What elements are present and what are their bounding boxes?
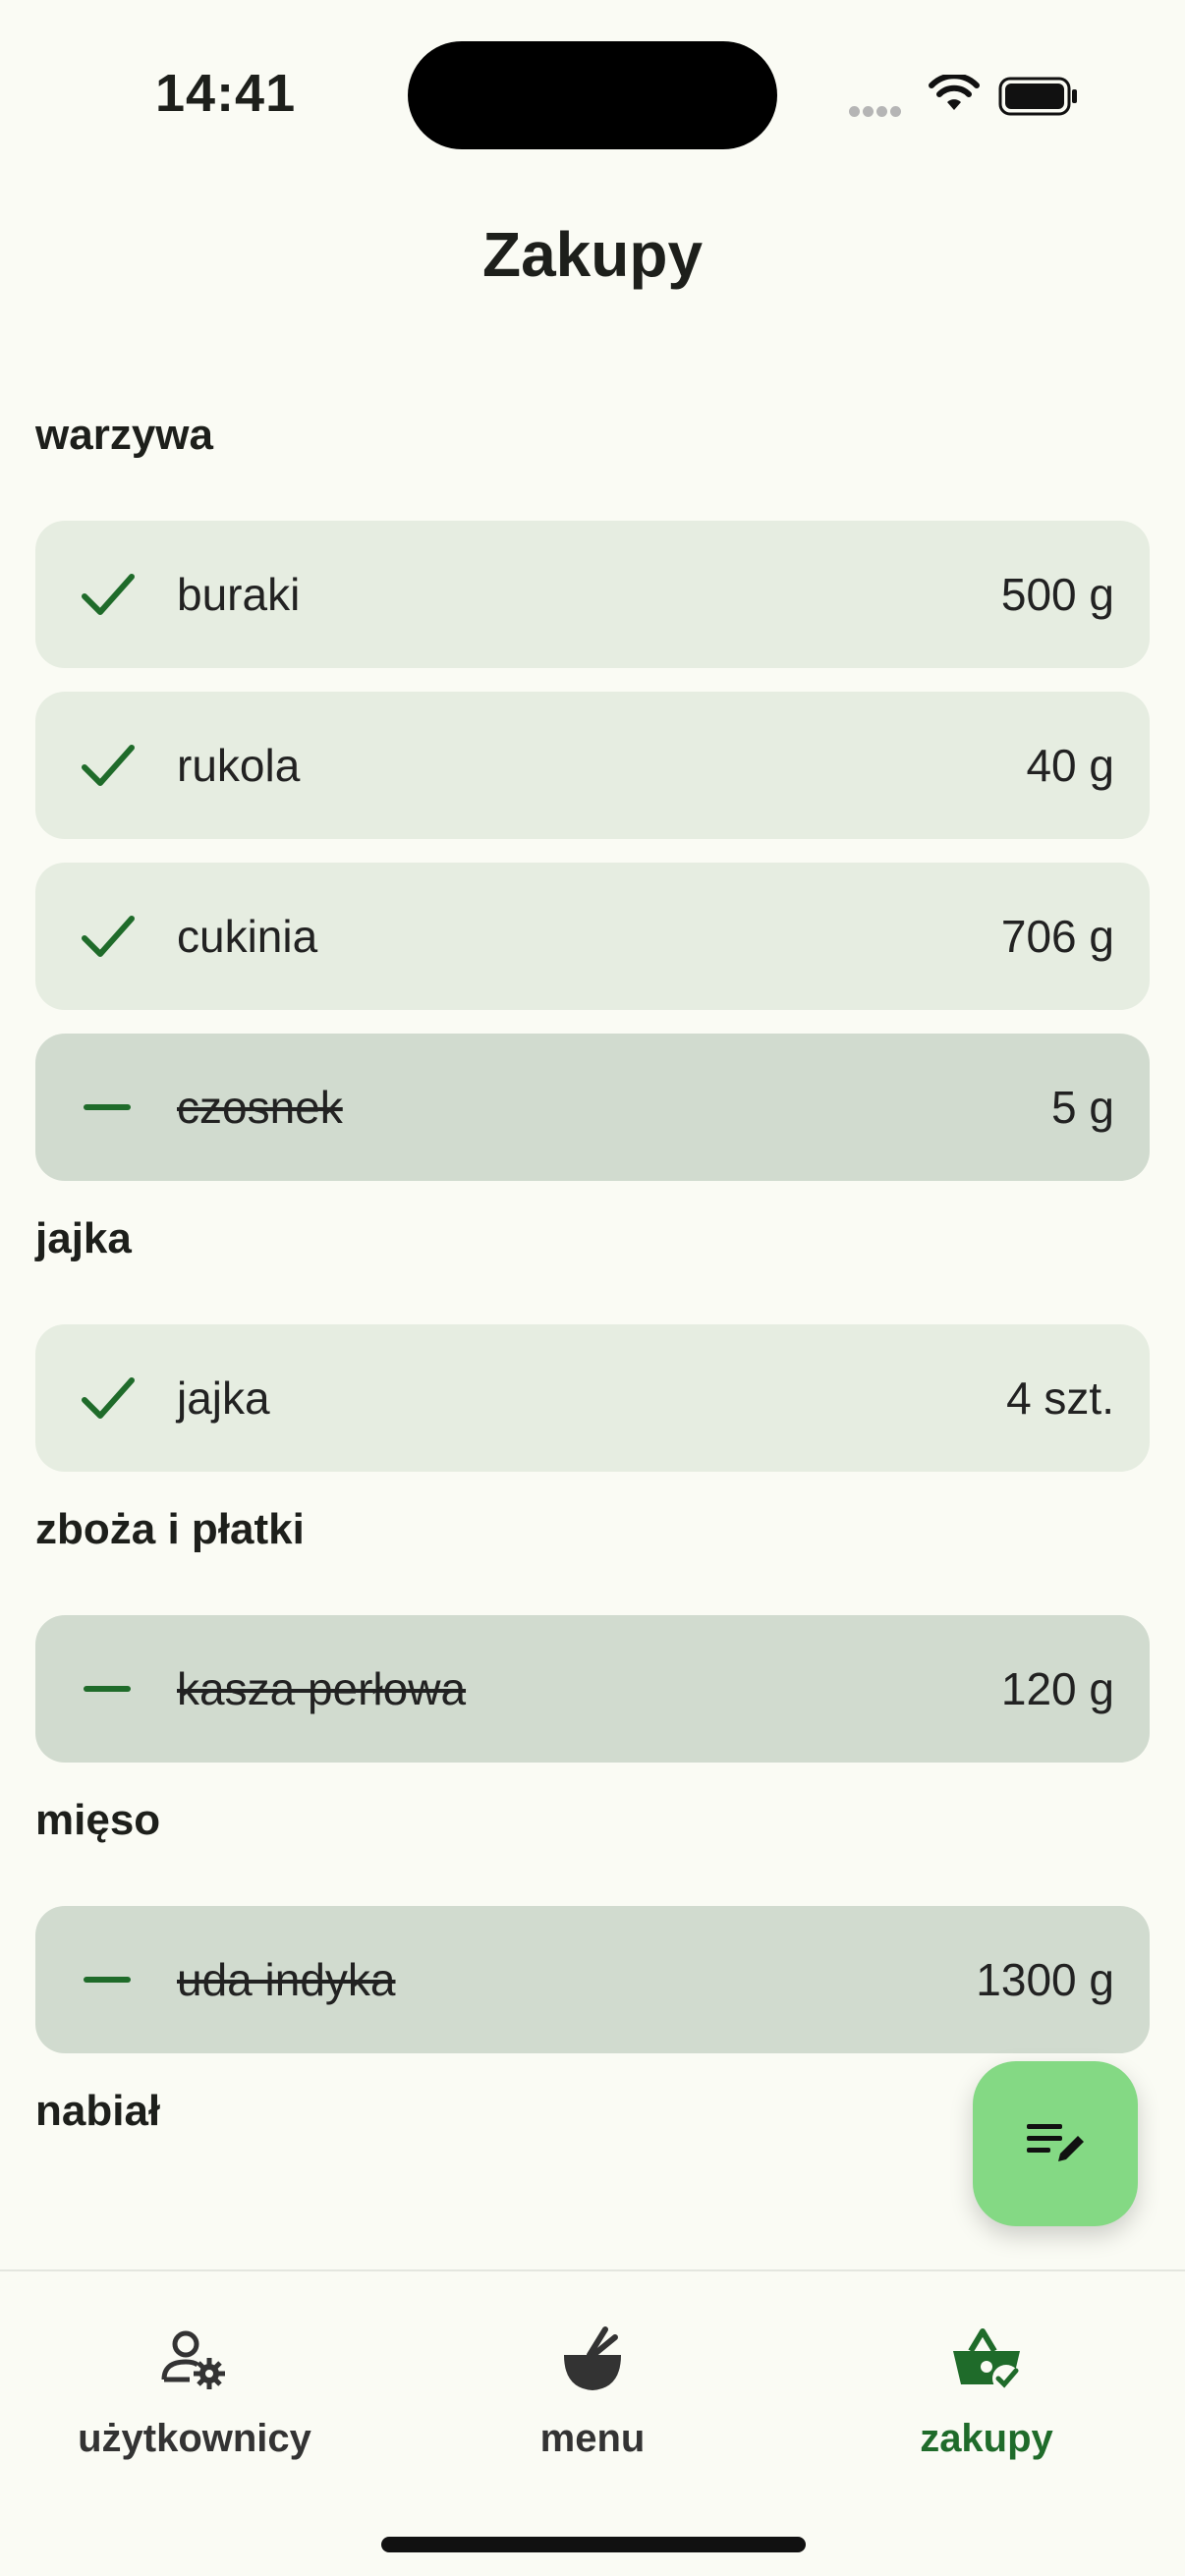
- cellular-signal-icon: [849, 104, 904, 122]
- item-quantity: 500 g: [1000, 569, 1114, 620]
- status-icons: [849, 71, 1085, 120]
- edit-list-button[interactable]: [973, 2061, 1138, 2226]
- bowl-icon: [564, 2326, 621, 2390]
- minus-icon[interactable]: [79, 1078, 138, 1137]
- users-settings-icon: [161, 2330, 225, 2389]
- status-bar: 14:41: [0, 0, 1185, 196]
- list-item[interactable]: uda indyka 1300 g: [35, 1906, 1150, 2053]
- section-header: zboża i płatki: [35, 1505, 305, 1553]
- item-quantity: 40 g: [1026, 740, 1114, 791]
- minus-icon[interactable]: [79, 1950, 138, 2009]
- page-title: Zakupy: [481, 219, 704, 290]
- dynamic-island: [408, 41, 777, 149]
- nav-item-zakupy[interactable]: zakupy: [810, 2321, 1163, 2461]
- list-item[interactable]: buraki 500 g: [35, 521, 1150, 668]
- check-icon[interactable]: [79, 1369, 138, 1428]
- item-name: czosnek: [177, 1082, 343, 1133]
- item-quantity: 120 g: [1000, 1663, 1114, 1714]
- nav-label: zakupy: [920, 2417, 1053, 2460]
- shopping-list: warzywa buraki 500 g rukola 40 g cukinia 706 g…: [35, 373, 1150, 2197]
- item-name: buraki: [177, 569, 301, 620]
- home-indicator: [381, 2537, 806, 2552]
- minus-icon[interactable]: [79, 1659, 138, 1718]
- section-header: jajka: [35, 1214, 132, 1262]
- item-name: jajka: [177, 1372, 270, 1424]
- item-quantity: 5 g: [1051, 1082, 1114, 1133]
- item-quantity: 1300 g: [976, 1954, 1114, 2005]
- list-item[interactable]: jajka 4 szt.: [35, 1324, 1150, 1472]
- bottom-navigation: użytkownicy menu zakupy: [0, 2269, 1185, 2576]
- basket-check-icon: [953, 2328, 1020, 2392]
- check-icon[interactable]: [79, 736, 138, 795]
- edit-list-icon: [1027, 2124, 1084, 2161]
- item-name: uda indyka: [177, 1954, 396, 2005]
- section-header: mięso: [35, 1796, 161, 1844]
- nav-item-menu[interactable]: menu: [416, 2321, 769, 2461]
- section-header: warzywa: [35, 411, 213, 459]
- list-item[interactable]: cukinia 706 g: [35, 863, 1150, 1010]
- item-quantity: 4 szt.: [1006, 1372, 1114, 1424]
- battery-icon: [998, 77, 1077, 116]
- nav-label: użytkownicy: [78, 2417, 311, 2460]
- nav-label: menu: [539, 2417, 646, 2460]
- check-icon[interactable]: [79, 565, 138, 624]
- item-name: rukola: [177, 740, 301, 791]
- item-name: kasza perłowa: [177, 1663, 467, 1714]
- list-item[interactable]: rukola 40 g: [35, 692, 1150, 839]
- item-quantity: 706 g: [1000, 911, 1114, 962]
- status-time: 14:41: [155, 64, 297, 123]
- check-icon[interactable]: [79, 907, 138, 966]
- list-item[interactable]: czosnek 5 g: [35, 1034, 1150, 1181]
- list-item[interactable]: kasza perłowa 120 g: [35, 1615, 1150, 1763]
- nav-item-uzytkownicy[interactable]: użytkownicy: [18, 2321, 371, 2461]
- wifi-icon: [929, 75, 980, 110]
- item-name: cukinia: [177, 911, 318, 962]
